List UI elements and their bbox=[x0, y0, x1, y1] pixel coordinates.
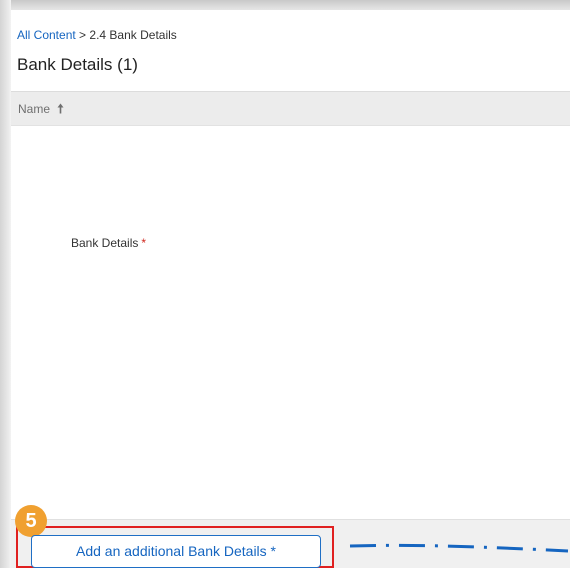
window-left-border bbox=[0, 0, 11, 568]
bank-details-label-text: Bank Details bbox=[71, 236, 139, 250]
table-header: Name bbox=[11, 91, 570, 126]
required-marker: * bbox=[141, 236, 147, 250]
column-header-name[interactable]: Name bbox=[18, 102, 64, 117]
step-number-badge: 5 bbox=[15, 505, 47, 537]
breadcrumb-separator: > bbox=[79, 28, 87, 42]
column-header-name-label: Name bbox=[18, 102, 51, 116]
bank-details-field-label: Bank Details * bbox=[71, 236, 146, 250]
page: All Content > 2.4 Bank Details Bank Deta… bbox=[0, 0, 570, 568]
window-top-border bbox=[0, 0, 570, 10]
breadcrumb-all-content-link[interactable]: All Content bbox=[17, 28, 76, 42]
page-title: Bank Details (1) bbox=[17, 55, 138, 74]
sort-ascending-icon bbox=[57, 103, 64, 117]
annotation-connector-line bbox=[349, 543, 569, 553]
add-bank-details-button[interactable]: Add an additional Bank Details * bbox=[31, 535, 321, 568]
breadcrumb-current: 2.4 Bank Details bbox=[89, 28, 177, 42]
breadcrumb: All Content > 2.4 Bank Details bbox=[17, 28, 177, 42]
